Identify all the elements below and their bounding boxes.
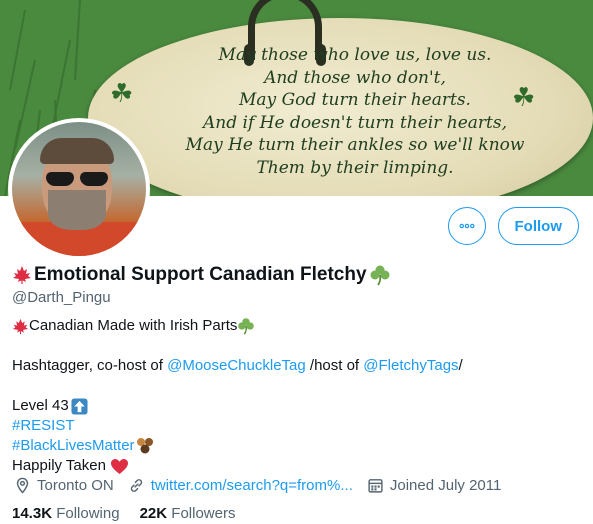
follow-button[interactable]: Follow	[497, 207, 579, 245]
bio-text: Canadian Made with Irish Parts	[29, 317, 238, 334]
website-link[interactable]: twitter.com/search?q=from%...	[151, 477, 353, 494]
avatar-photo	[12, 122, 146, 256]
handle: @Darth_Pingu	[12, 289, 111, 306]
bio-line: Happily Taken	[12, 456, 582, 476]
location-icon	[16, 477, 29, 494]
location: Toronto ON	[14, 477, 114, 494]
location-text: Toronto ON	[37, 477, 114, 494]
bio-line: #RESIST	[12, 416, 582, 436]
bio-text: Happily Taken	[12, 457, 106, 474]
avatar-beard	[48, 190, 106, 230]
followers-stat[interactable]: 22K Followers	[140, 505, 236, 522]
poem-line: May those who love us, love us.	[218, 45, 492, 65]
profile-meta: Toronto ON twitter.com/search?q=from%...…	[14, 477, 501, 494]
heart-icon	[110, 458, 128, 474]
maple-leaf-icon	[12, 318, 29, 334]
shamrock-icon: ☘	[110, 78, 134, 108]
bio-text: Level 43	[12, 397, 69, 414]
bio-line: Hashtagger, co-host of @MooseChuckleTag …	[12, 356, 582, 376]
poem-line: And if He doesn't turn their hearts,	[203, 112, 507, 133]
calendar-icon	[368, 479, 383, 493]
profile-bio: Canadian Made with Irish Parts Hashtagge…	[12, 316, 582, 476]
join-date-text: Joined July 2011	[389, 477, 502, 494]
followers-label: Followers	[171, 505, 236, 522]
hashtag-link[interactable]: #RESIST	[12, 416, 75, 436]
following-stat[interactable]: 14.3K Following	[12, 505, 120, 522]
mention-link[interactable]: @MooseChuckleTag	[167, 356, 306, 376]
bio-text: Hashtagger, co-host of	[12, 357, 168, 374]
mention-link[interactable]: @FletchyTags	[363, 356, 458, 376]
more-icon	[458, 223, 474, 229]
avatar-sunglasses	[46, 172, 110, 186]
bio-line: Canadian Made with Irish Parts	[12, 316, 582, 336]
avatar[interactable]	[8, 118, 150, 260]
hashtag-link[interactable]: #BlackLivesMatter	[12, 436, 135, 456]
plaque-poem: May those who love us, love us. And thos…	[150, 44, 560, 179]
poem-line: May God turn their hearts.	[239, 90, 471, 110]
profile-name-block: Emotional Support Canadian Fletchy @Dart…	[12, 264, 391, 306]
bio-text: /host of	[305, 357, 364, 374]
followers-count: 22K	[139, 505, 168, 522]
profile-actions: Follow	[447, 207, 579, 245]
shamrock-icon	[238, 318, 255, 335]
website: twitter.com/search?q=from%...	[128, 477, 353, 494]
more-options-button[interactable]	[447, 207, 486, 245]
bio-line: #BlackLivesMatter	[12, 436, 582, 456]
follow-stats: 14.3K Following 22K Followers	[12, 505, 235, 522]
maple-leaf-icon	[13, 266, 31, 284]
display-name: Emotional Support Canadian Fletchy	[12, 264, 391, 286]
poem-line: May He turn their ankles so we'll know	[185, 135, 525, 155]
poem-line: Them by their limping.	[256, 157, 454, 178]
bio-line: Level 43	[12, 396, 582, 416]
bio-text: /	[458, 357, 463, 374]
up-arrow-icon	[71, 397, 88, 415]
display-name-text: Emotional Support Canadian Fletchy	[34, 264, 367, 285]
join-date: Joined July 2011	[367, 477, 501, 494]
link-icon	[130, 479, 142, 492]
poem-line: And those who don't,	[264, 67, 446, 88]
shamrock-icon	[370, 265, 390, 286]
following-label: Following	[56, 505, 120, 522]
following-count: 14.3K	[12, 505, 53, 522]
avatar-hair	[40, 138, 114, 164]
raised-fists-icon	[136, 438, 153, 454]
